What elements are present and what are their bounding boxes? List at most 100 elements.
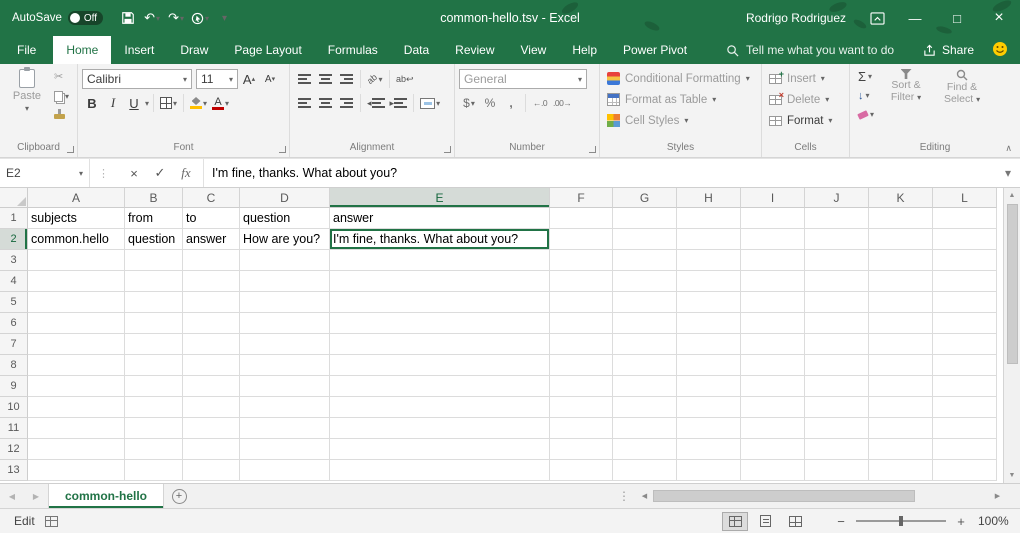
save-button[interactable] bbox=[117, 5, 139, 31]
tell-me-search[interactable]: Tell me what you want to do bbox=[726, 36, 894, 64]
conditional-formatting-button[interactable]: Conditional Formatting▾ bbox=[604, 68, 757, 89]
cell-L6[interactable] bbox=[933, 313, 997, 334]
cell-B2[interactable]: question bbox=[125, 229, 183, 250]
zoom-slider[interactable] bbox=[856, 520, 946, 522]
column-header-F[interactable]: F bbox=[550, 188, 613, 208]
cell-I11[interactable] bbox=[741, 418, 805, 439]
italic-button[interactable]: I bbox=[103, 93, 123, 114]
underline-button[interactable]: U bbox=[124, 93, 144, 114]
scroll-left-icon[interactable]: ◀ bbox=[636, 488, 653, 505]
cell-G8[interactable] bbox=[613, 355, 677, 376]
collapse-ribbon-button[interactable]: ∧ bbox=[1005, 143, 1012, 154]
cell-L11[interactable] bbox=[933, 418, 997, 439]
share-button[interactable]: Share bbox=[923, 43, 974, 57]
bold-button[interactable]: B bbox=[82, 93, 102, 114]
select-all-corner[interactable] bbox=[0, 188, 28, 208]
row-header-5[interactable]: 5 bbox=[0, 292, 28, 313]
cell-I6[interactable] bbox=[741, 313, 805, 334]
cell-G4[interactable] bbox=[613, 271, 677, 292]
cell-D10[interactable] bbox=[240, 397, 330, 418]
cell-G13[interactable] bbox=[613, 460, 677, 481]
cell-F2[interactable] bbox=[550, 229, 613, 250]
cell-I3[interactable] bbox=[741, 250, 805, 271]
tab-draw[interactable]: Draw bbox=[167, 36, 221, 64]
cell-B1[interactable]: from bbox=[125, 208, 183, 229]
cell-H9[interactable] bbox=[677, 376, 741, 397]
cell-styles-button[interactable]: Cell Styles▾ bbox=[604, 110, 757, 131]
autosum-button[interactable]: Σ▾ bbox=[856, 67, 876, 86]
decrease-decimal-button[interactable]: .00→ bbox=[551, 93, 573, 114]
row-header-9[interactable]: 9 bbox=[0, 376, 28, 397]
cell-L8[interactable] bbox=[933, 355, 997, 376]
page-layout-view-button[interactable] bbox=[752, 512, 778, 531]
formula-bar-resize-handle[interactable]: ⋮ bbox=[90, 159, 117, 187]
cell-I2[interactable] bbox=[741, 229, 805, 250]
percent-style-button[interactable]: % bbox=[480, 93, 500, 114]
format-cells-button[interactable]: Format▾ bbox=[766, 110, 845, 131]
scroll-right-icon[interactable]: ▶ bbox=[989, 488, 1006, 505]
cell-A8[interactable] bbox=[28, 355, 125, 376]
redo-button[interactable]: ↷▾ bbox=[165, 5, 187, 31]
cell-J4[interactable] bbox=[805, 271, 869, 292]
cell-K5[interactable] bbox=[869, 292, 933, 313]
cell-H11[interactable] bbox=[677, 418, 741, 439]
cell-L9[interactable] bbox=[933, 376, 997, 397]
sort-filter-button[interactable]: Sort & Filter ▾ bbox=[880, 67, 932, 140]
cell-F6[interactable] bbox=[550, 313, 613, 334]
orientation-button[interactable]: ab▾ bbox=[365, 69, 385, 90]
align-left-button[interactable] bbox=[294, 93, 314, 114]
top-align-button[interactable] bbox=[294, 69, 314, 90]
scroll-down-icon[interactable]: ▼ bbox=[1004, 468, 1020, 483]
cell-A3[interactable] bbox=[28, 250, 125, 271]
next-sheet-button[interactable]: ▶ bbox=[24, 484, 48, 508]
number-dialog-launcher[interactable] bbox=[589, 146, 596, 153]
maximize-button[interactable]: □ bbox=[936, 0, 978, 36]
cell-J9[interactable] bbox=[805, 376, 869, 397]
cell-J6[interactable] bbox=[805, 313, 869, 334]
cell-B11[interactable] bbox=[125, 418, 183, 439]
cell-G5[interactable] bbox=[613, 292, 677, 313]
find-select-button[interactable]: Find & Select ▾ bbox=[936, 67, 988, 140]
cell-K6[interactable] bbox=[869, 313, 933, 334]
tab-data[interactable]: Data bbox=[391, 36, 442, 64]
column-header-J[interactable]: J bbox=[805, 188, 869, 208]
cell-H5[interactable] bbox=[677, 292, 741, 313]
cell-D4[interactable] bbox=[240, 271, 330, 292]
cell-H4[interactable] bbox=[677, 271, 741, 292]
normal-view-button[interactable] bbox=[722, 512, 748, 531]
cell-L3[interactable] bbox=[933, 250, 997, 271]
cell-A6[interactable] bbox=[28, 313, 125, 334]
tab-review[interactable]: Review bbox=[442, 36, 507, 64]
cell-E8[interactable] bbox=[330, 355, 550, 376]
cell-C6[interactable] bbox=[183, 313, 240, 334]
fill-color-button[interactable]: ▾ bbox=[188, 93, 209, 114]
column-header-K[interactable]: K bbox=[869, 188, 933, 208]
cell-H2[interactable] bbox=[677, 229, 741, 250]
cell-I13[interactable] bbox=[741, 460, 805, 481]
cell-L10[interactable] bbox=[933, 397, 997, 418]
cell-G10[interactable] bbox=[613, 397, 677, 418]
cell-I12[interactable] bbox=[741, 439, 805, 460]
zoom-level[interactable]: 100% bbox=[978, 514, 1020, 528]
cell-G6[interactable] bbox=[613, 313, 677, 334]
column-header-H[interactable]: H bbox=[677, 188, 741, 208]
clipboard-dialog-launcher[interactable] bbox=[67, 146, 74, 153]
cell-A1[interactable]: subjects bbox=[28, 208, 125, 229]
tab-file[interactable]: File bbox=[0, 36, 53, 64]
cell-H3[interactable] bbox=[677, 250, 741, 271]
column-header-E[interactable]: E bbox=[330, 188, 550, 208]
tab-help[interactable]: Help bbox=[559, 36, 610, 64]
alignment-dialog-launcher[interactable] bbox=[444, 146, 451, 153]
cell-E12[interactable] bbox=[330, 439, 550, 460]
cell-J8[interactable] bbox=[805, 355, 869, 376]
scroll-up-icon[interactable]: ▲ bbox=[1004, 188, 1020, 203]
merge-center-button[interactable]: ▾ bbox=[418, 93, 442, 114]
cell-G12[interactable] bbox=[613, 439, 677, 460]
tab-page-layout[interactable]: Page Layout bbox=[221, 36, 314, 64]
cell-C11[interactable] bbox=[183, 418, 240, 439]
cell-L2[interactable] bbox=[933, 229, 997, 250]
cell-K11[interactable] bbox=[869, 418, 933, 439]
cell-A4[interactable] bbox=[28, 271, 125, 292]
cell-C4[interactable] bbox=[183, 271, 240, 292]
cell-I7[interactable] bbox=[741, 334, 805, 355]
